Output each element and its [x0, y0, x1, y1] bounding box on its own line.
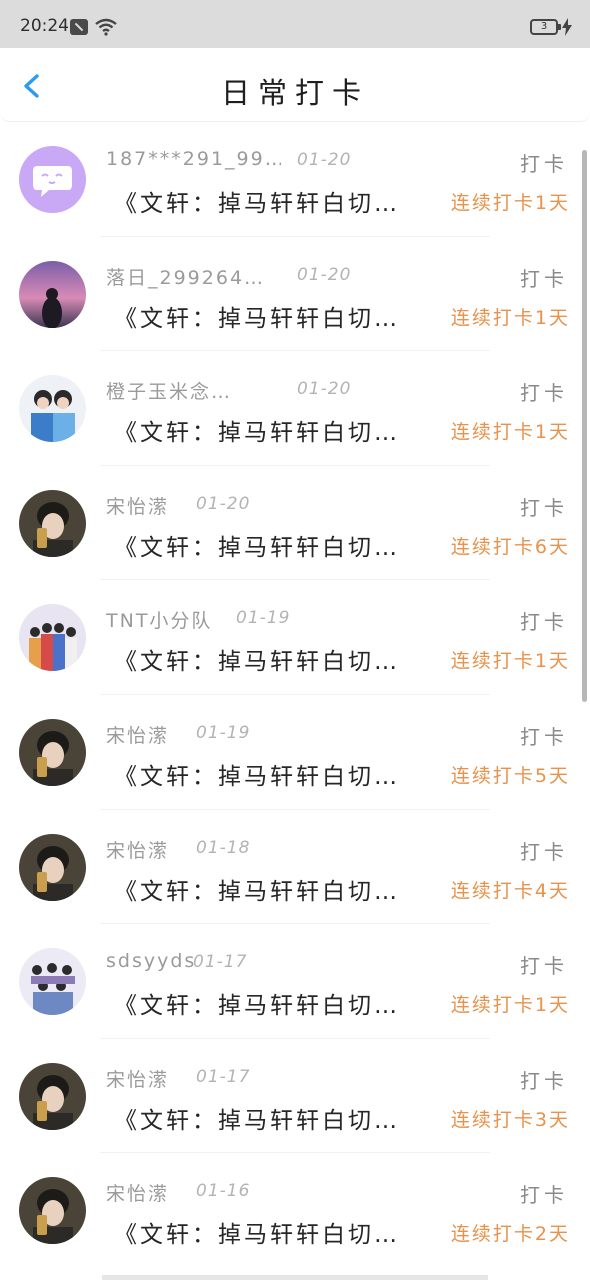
sunset-photo	[19, 260, 86, 328]
date: 01-19	[196, 722, 251, 743]
group-photo-2	[19, 948, 86, 1016]
two-people-photo	[19, 375, 86, 443]
checkin-tag: 打卡	[520, 381, 568, 406]
date: 01-20	[297, 379, 352, 400]
checkin-tag: 打卡	[520, 152, 568, 176]
checkin-tag: 打卡	[520, 610, 568, 635]
content: 《文轩：掉马轩轩白切…	[114, 1107, 400, 1134]
content: 《文轩：掉马轩轩白切…	[114, 305, 400, 332]
username: 187***291_99…	[106, 148, 281, 170]
checkin-tag: 打卡	[520, 1183, 568, 1208]
content: 《文轩：掉马轩轩白切…	[114, 191, 400, 217]
username: TNT小分队	[106, 610, 213, 633]
checkin-list[interactable]: 187***291_99… 01-20 打卡 《文轩：掉马轩轩白切… 连续打卡1…	[0, 122, 590, 1280]
checkin-tag: 打卡	[520, 839, 568, 864]
checkin-tag: 打卡	[520, 724, 568, 749]
streak-badge: 连续打卡2天	[450, 1223, 570, 1246]
avatar[interactable]	[19, 489, 86, 557]
avatar[interactable]	[19, 1177, 86, 1245]
wifi-icon	[95, 18, 117, 36]
username: 宋怡潆	[106, 724, 170, 747]
content: 《文轩：掉马轩轩白切…	[114, 878, 400, 905]
username: 橙子玉米念…	[106, 381, 233, 404]
selfie-photo	[19, 718, 86, 786]
username: 落日_299264…	[106, 266, 266, 289]
list-item[interactable]: 187***291_99… 01-20 打卡 《文轩：掉马轩轩白切… 连续打卡1…	[0, 122, 590, 237]
status-bar: 20:24 3	[0, 0, 590, 48]
selfie-photo	[19, 1177, 86, 1245]
content: 《文轩：掉马轩轩白切…	[114, 649, 400, 676]
group-photo	[19, 604, 86, 672]
date: 01-17	[193, 952, 248, 973]
streak-badge: 连续打卡5天	[450, 764, 570, 787]
list-item[interactable]: 宋怡潆 01-18 打卡 《文轩：掉马轩轩白切… 连续打卡4天	[0, 810, 590, 925]
selfie-photo	[19, 1062, 86, 1130]
list-item[interactable]: 落日_299264… 01-20 打卡 《文轩：掉马轩轩白切… 连续打卡1天	[0, 237, 590, 352]
streak-badge: 连续打卡4天	[450, 879, 570, 902]
date: 01-16	[196, 1181, 251, 1202]
content: 《文轩：掉马轩轩白切…	[114, 993, 400, 1020]
list-item[interactable]: 宋怡潆 01-19 打卡 《文轩：掉马轩轩白切… 连续打卡5天	[0, 695, 590, 810]
content: 《文轩：掉马轩轩白切…	[114, 763, 400, 790]
avatar[interactable]	[19, 1062, 86, 1130]
streak-badge: 连续打卡3天	[450, 1108, 570, 1131]
streak-badge: 连续打卡6天	[450, 535, 570, 558]
content: 《文轩：掉马轩轩白切…	[114, 534, 400, 561]
avatar[interactable]	[19, 948, 86, 1016]
list-item[interactable]: TNT小分队 01-19 打卡 《文轩：掉马轩轩白切… 连续打卡1天	[0, 580, 590, 695]
streak-badge: 连续打卡1天	[450, 994, 570, 1017]
username: 宋怡潆	[106, 1068, 170, 1091]
avatar[interactable]	[19, 604, 86, 672]
avatar[interactable]	[19, 833, 86, 901]
scrollbar[interactable]	[582, 150, 587, 702]
streak-badge: 连续打卡1天	[450, 192, 570, 214]
checkin-tag: 打卡	[520, 954, 568, 979]
charging-icon	[562, 18, 572, 36]
status-time: 20:24	[20, 16, 69, 36]
date: 01-18	[196, 837, 251, 858]
checkin-tag: 打卡	[520, 495, 568, 520]
checkin-tag: 打卡	[520, 1068, 568, 1093]
date: 01-20	[297, 150, 352, 170]
content: 《文轩：掉马轩轩白切…	[114, 1222, 400, 1249]
streak-badge: 连续打卡1天	[450, 306, 570, 329]
avatar[interactable]	[19, 375, 86, 443]
notification-icon	[70, 19, 88, 35]
avatar[interactable]	[19, 260, 86, 328]
page-title: 日常打卡	[220, 76, 369, 110]
selfie-photo	[19, 833, 86, 901]
date: 01-19	[236, 608, 291, 629]
list-item[interactable]: sdsyyds 01-17 打卡 《文轩：掉马轩轩白切… 连续打卡1天	[0, 924, 590, 1039]
list-item[interactable]: 宋怡潆 01-20 打卡 《文轩：掉马轩轩白切… 连续打卡6天	[0, 466, 590, 581]
date: 01-17	[196, 1066, 251, 1087]
avatar[interactable]	[19, 146, 86, 213]
bottom-edge	[102, 1275, 488, 1280]
checkin-tag: 打卡	[520, 266, 568, 291]
username: sdsyyds	[106, 950, 197, 973]
avatar[interactable]	[19, 718, 86, 786]
username: 宋怡潆	[106, 1183, 170, 1206]
chat-bubble-icon	[19, 146, 86, 213]
header: 日常打卡	[0, 48, 590, 122]
battery-icon: 3	[530, 19, 561, 35]
selfie-photo	[19, 489, 86, 557]
content: 《文轩：掉马轩轩白切…	[114, 420, 400, 447]
list-item[interactable]: 宋怡潆 01-17 打卡 《文轩：掉马轩轩白切… 连续打卡3天	[0, 1039, 590, 1154]
streak-badge: 连续打卡1天	[450, 421, 570, 444]
username: 宋怡潆	[106, 495, 170, 518]
list-item[interactable]: 橙子玉米念… 01-20 打卡 《文轩：掉马轩轩白切… 连续打卡1天	[0, 351, 590, 466]
list-item[interactable]: 宋怡潆 01-16 打卡 《文轩：掉马轩轩白切… 连续打卡2天	[0, 1153, 590, 1268]
date: 01-20	[196, 493, 251, 514]
streak-badge: 连续打卡1天	[450, 650, 570, 673]
date: 01-20	[297, 264, 352, 285]
username: 宋怡潆	[106, 839, 170, 862]
